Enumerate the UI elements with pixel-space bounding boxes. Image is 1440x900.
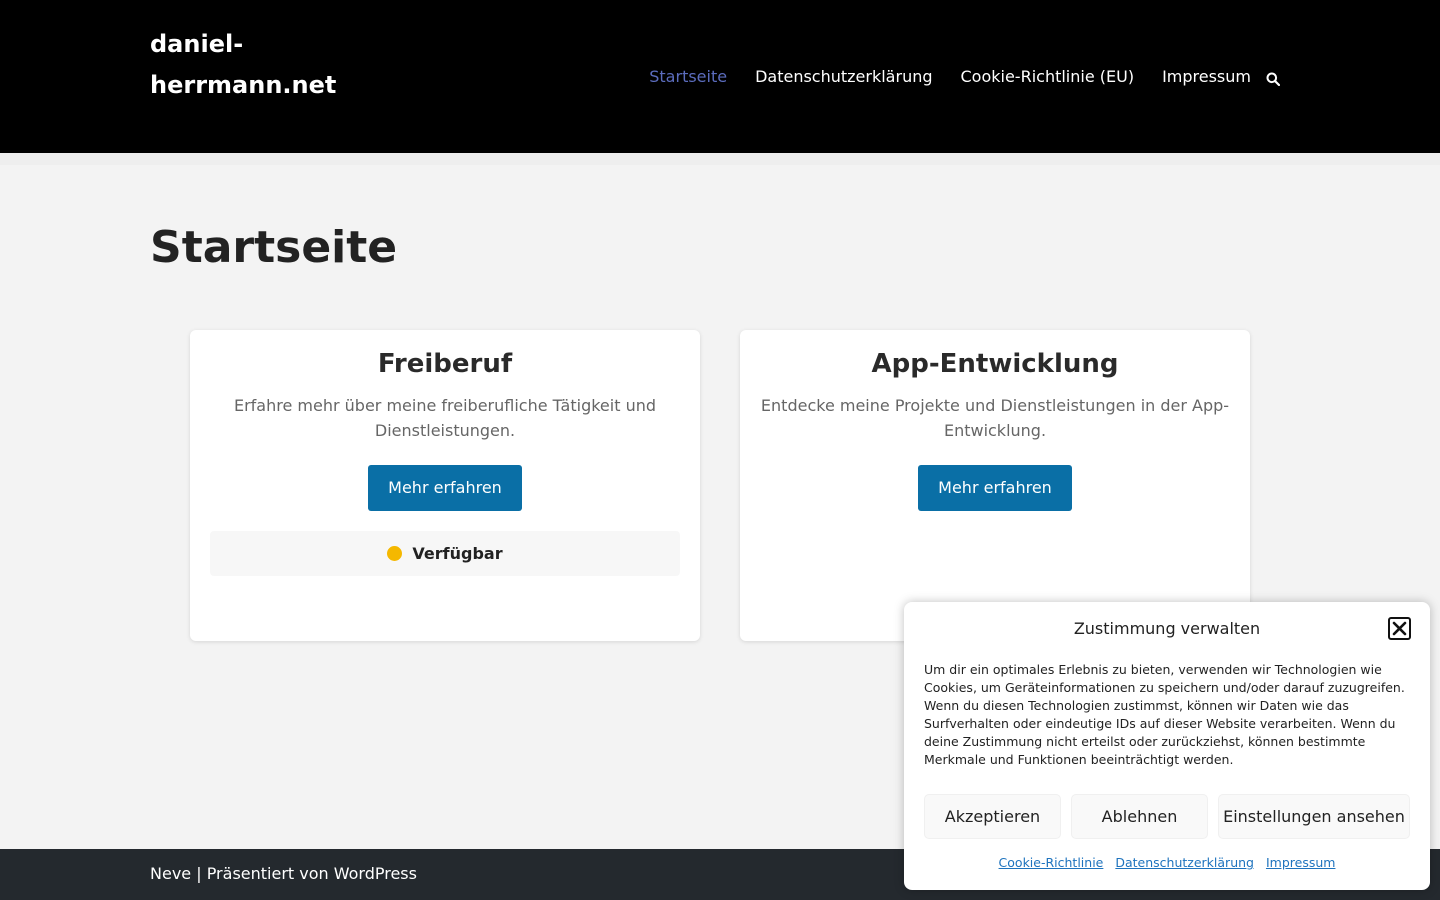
footer-theme-link[interactable]: Neve [150,864,191,883]
header-divider [0,153,1440,165]
consent-link-cookie-richtlinie[interactable]: Cookie-Richtlinie [999,855,1104,870]
nav-item-startseite[interactable]: Startseite [649,66,727,88]
site-title[interactable]: daniel-herrmann.net [150,24,370,106]
view-preferences-button[interactable]: Einstellungen ansehen [1218,794,1410,839]
consent-link-datenschutzerklaerung[interactable]: Datenschutzerklärung [1115,855,1254,870]
consent-links: Cookie-Richtlinie Datenschutzerklärung I… [904,854,1430,872]
card-title: Freiberuf [377,349,513,379]
status-badge: Verfügbar [210,531,680,576]
cookie-consent-dialog: Zustimmung verwalten Um dir ein optimale… [904,602,1430,890]
nav-item-cookie-richtlinie[interactable]: Cookie-Richtlinie (EU) [961,66,1135,88]
close-button[interactable] [1388,617,1411,640]
consent-message: Um dir ein optimales Erlebnis zu bieten,… [924,662,1405,767]
card-description: Erfahre mehr über meine freiberufliche T… [233,396,657,440]
main-navigation: Startseite Datenschutzerklärung Cookie-R… [649,66,1281,88]
nav-item-datenschutzerklaerung[interactable]: Datenschutzerklärung [755,66,932,88]
site-header: daniel-herrmann.net Startseite Datenschu… [0,0,1440,153]
consent-link-impressum[interactable]: Impressum [1266,855,1335,870]
footer-credits: Neve | Präsentiert von WordPress [150,863,417,885]
search-icon-graphic [1266,72,1281,87]
card-title: App-Entwicklung [871,349,1119,379]
status-dot-icon [387,546,403,561]
card-freiberuf: Freiberuf Erfahre mehr über meine freibe… [190,330,700,641]
card-app-entwicklung: App-Entwicklung Entdecke meine Projekte … [740,330,1250,641]
status-label: Verfügbar [412,544,503,563]
card-description: Entdecke meine Projekte und Dienstleistu… [760,396,1230,440]
footer-wordpress-link[interactable]: Präsentiert von WordPress [207,864,417,883]
deny-button[interactable]: Ablehnen [1071,794,1208,839]
footer-separator: | [191,864,207,883]
mehr-erfahren-button-freiberuf[interactable]: Mehr erfahren [368,465,522,511]
mehr-erfahren-button-app-entwicklung[interactable]: Mehr erfahren [918,465,1072,511]
close-icon [1392,621,1407,636]
page-title: Startseite [150,222,398,273]
nav-item-impressum[interactable]: Impressum [1162,66,1251,88]
accept-button[interactable]: Akzeptieren [924,794,1061,839]
consent-button-row: Akzeptieren Ablehnen Einstellungen anseh… [924,794,1410,839]
consent-title: Zustimmung verwalten [1073,619,1261,638]
search-icon[interactable] [1266,71,1281,87]
